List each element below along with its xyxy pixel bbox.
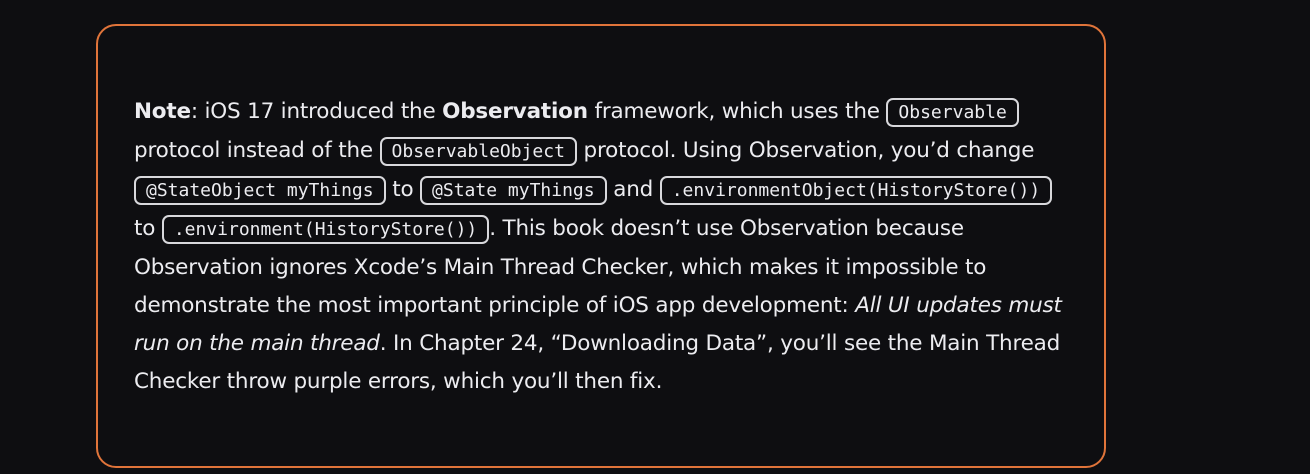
note-text-4: protocol. Using Observation, you’d chang…: [576, 138, 1035, 163]
note-text-1: : iOS 17 introduced the: [190, 99, 443, 124]
code-state-object: @StateObject myThings: [134, 176, 386, 205]
note-text-7: to: [134, 216, 162, 241]
note-text-3: protocol instead of the: [134, 138, 380, 163]
code-environment-object: .environmentObject(HistoryStore()): [659, 176, 1053, 205]
framework-name: Observation: [442, 99, 588, 124]
note-label: Note: [134, 99, 191, 124]
code-observable: Observable: [886, 98, 1019, 127]
code-environment: .environment(HistoryStore()): [161, 215, 490, 244]
code-observable-object: ObservableObject: [379, 137, 577, 166]
note-text-6: and: [606, 177, 660, 202]
note-text-2: framework, which uses the: [587, 99, 887, 124]
code-state: @State myThings: [420, 176, 607, 205]
note-text-5: to: [385, 177, 421, 202]
note-paragraph: Note: iOS 17 introduced the Observation …: [134, 93, 1074, 401]
